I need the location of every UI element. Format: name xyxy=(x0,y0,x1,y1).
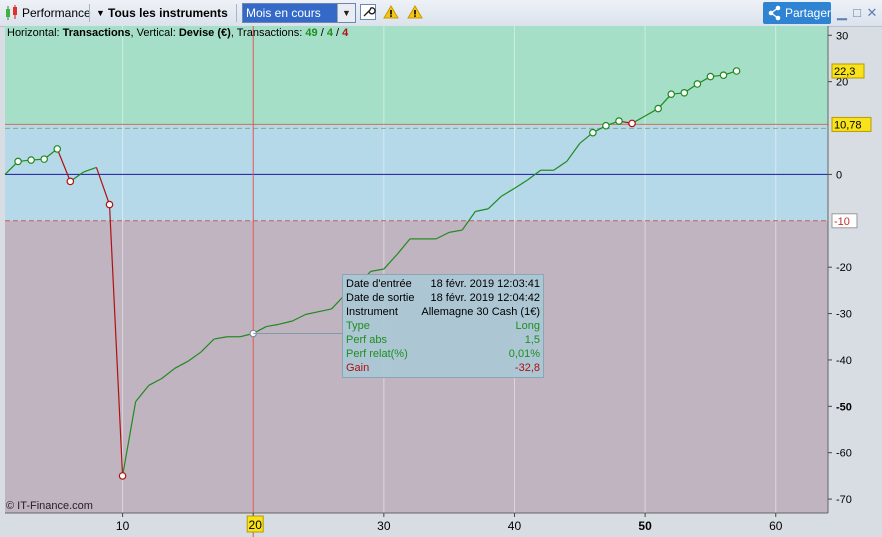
y-tick-label: 0 xyxy=(836,169,842,181)
period-select[interactable]: Mois en cours ▼ xyxy=(242,3,356,23)
chevron-down-icon[interactable]: ▼ xyxy=(337,4,355,22)
data-point xyxy=(105,200,114,209)
toolbar-separator xyxy=(89,4,90,22)
tooltip-row: Date d'entrée 18 févr. 2019 12:03:41 xyxy=(346,277,540,291)
data-point xyxy=(615,117,623,125)
data-point xyxy=(654,104,662,113)
data-point xyxy=(719,71,728,79)
tooltip-value: 18 févr. 2019 12:04:42 xyxy=(430,292,540,304)
close-icon[interactable]: ✕ xyxy=(865,3,879,23)
data-point xyxy=(589,128,597,137)
tooltip-label: Perf abs xyxy=(346,334,387,346)
y-tick-label: 30 xyxy=(836,30,848,42)
x-tick-label: 40 xyxy=(508,519,522,533)
share-button[interactable]: Partager xyxy=(763,2,831,24)
y-tick-label: -40 xyxy=(836,355,852,367)
data-point xyxy=(732,67,741,75)
data-point xyxy=(14,157,22,166)
middle-zone xyxy=(5,124,828,221)
dropdown-arrow-icon[interactable]: ▼ xyxy=(96,0,105,26)
warning-icon[interactable] xyxy=(382,4,400,22)
vertical-label: Vertical: xyxy=(136,27,176,39)
toolbar-separator xyxy=(236,4,237,22)
tooltip-value: 0,01% xyxy=(508,348,540,360)
cursor-x-label: 20 xyxy=(249,518,263,532)
data-point xyxy=(628,119,636,128)
upper-zone xyxy=(5,26,828,125)
tooltip-label: Date de sortie xyxy=(346,292,415,304)
transactions-gain: 4 xyxy=(326,27,333,39)
horizontal-label: Horizontal: xyxy=(7,27,60,39)
share-label: Partager xyxy=(785,6,832,20)
data-point xyxy=(53,145,62,153)
data-point xyxy=(706,72,715,81)
tooltip-label: Instrument xyxy=(346,306,398,318)
chart-header: Horizontal: Transactions, Vertical: Devi… xyxy=(7,27,349,39)
x-tick-label: 60 xyxy=(769,519,783,533)
tooltip-row: Perf abs 1,5 xyxy=(346,333,540,347)
tooltip-row: Type Long xyxy=(346,319,540,333)
data-point xyxy=(118,472,127,480)
toolbar: Performance ▼ Tous les instruments Mois … xyxy=(0,0,882,27)
copyright-text: © IT-Finance.com xyxy=(6,500,93,512)
tooltip-label: Perf relat(%) xyxy=(346,348,408,360)
y-tick-label: -20 xyxy=(836,262,852,274)
x-tick-label: 50 xyxy=(638,519,652,533)
tooltip-value: Long xyxy=(515,320,540,332)
separator: / xyxy=(336,27,340,39)
wrench-icon[interactable] xyxy=(359,4,377,22)
data-point xyxy=(667,90,676,98)
y-tick-label: -30 xyxy=(836,309,852,321)
y-tick-label: -50 xyxy=(836,401,852,413)
tooltip-label: Date d'entrée xyxy=(346,278,412,290)
transactions-loss: 4 xyxy=(342,27,349,39)
x-tick-label: 30 xyxy=(377,519,391,533)
minimize-icon[interactable]: ▁ xyxy=(835,3,849,23)
tooltip-value: 1,5 xyxy=(524,334,540,346)
upper-level-label: 10,78 xyxy=(834,119,862,131)
tooltip-row: Gain -32,8 xyxy=(346,361,540,375)
period-select-value[interactable]: Mois en cours xyxy=(243,4,337,22)
tooltip-value: 18 févr. 2019 12:03:41 xyxy=(430,278,540,290)
tooltip-label: Gain xyxy=(346,362,370,374)
x-tick-label: 10 xyxy=(116,519,130,533)
tooltip-value: -32,8 xyxy=(514,362,540,374)
y-tick-label: -70 xyxy=(836,494,852,506)
separator: / xyxy=(320,27,324,39)
candlestick-icon[interactable] xyxy=(4,0,20,26)
transactions-label: Transactions: xyxy=(236,27,303,39)
performance-title[interactable]: Performance xyxy=(22,0,91,26)
tooltip-row: Perf relat(%) 0,01% xyxy=(346,347,540,361)
data-point xyxy=(602,121,610,130)
tooltip-value: Allemagne 30 Cash (1€) xyxy=(421,306,540,318)
data-point xyxy=(66,177,75,186)
data-point xyxy=(680,88,689,97)
data-point xyxy=(693,80,702,88)
data-point xyxy=(27,156,35,164)
max-level-label: 22,3 xyxy=(834,66,855,78)
tooltip-label: Type xyxy=(346,320,370,332)
horizontal-value: Transactions xyxy=(62,27,131,39)
y-tick-label: -60 xyxy=(836,448,852,460)
warning-icon[interactable] xyxy=(406,4,424,22)
vertical-value: Devise (€) xyxy=(178,27,231,39)
data-point xyxy=(40,155,48,163)
transactions-total: 49 xyxy=(305,27,318,39)
instruments-selector[interactable]: Tous les instruments xyxy=(108,0,228,26)
tooltip-row: Date de sortie 18 févr. 2019 12:04:42 xyxy=(346,291,540,305)
maximize-icon[interactable]: □ xyxy=(850,3,864,23)
lower-level-label: -10 xyxy=(834,216,850,228)
tooltip-row: Instrument Allemagne 30 Cash (1€) xyxy=(346,305,540,319)
trade-tooltip: Date d'entrée 18 févr. 2019 12:03:41 Date … xyxy=(342,274,544,378)
